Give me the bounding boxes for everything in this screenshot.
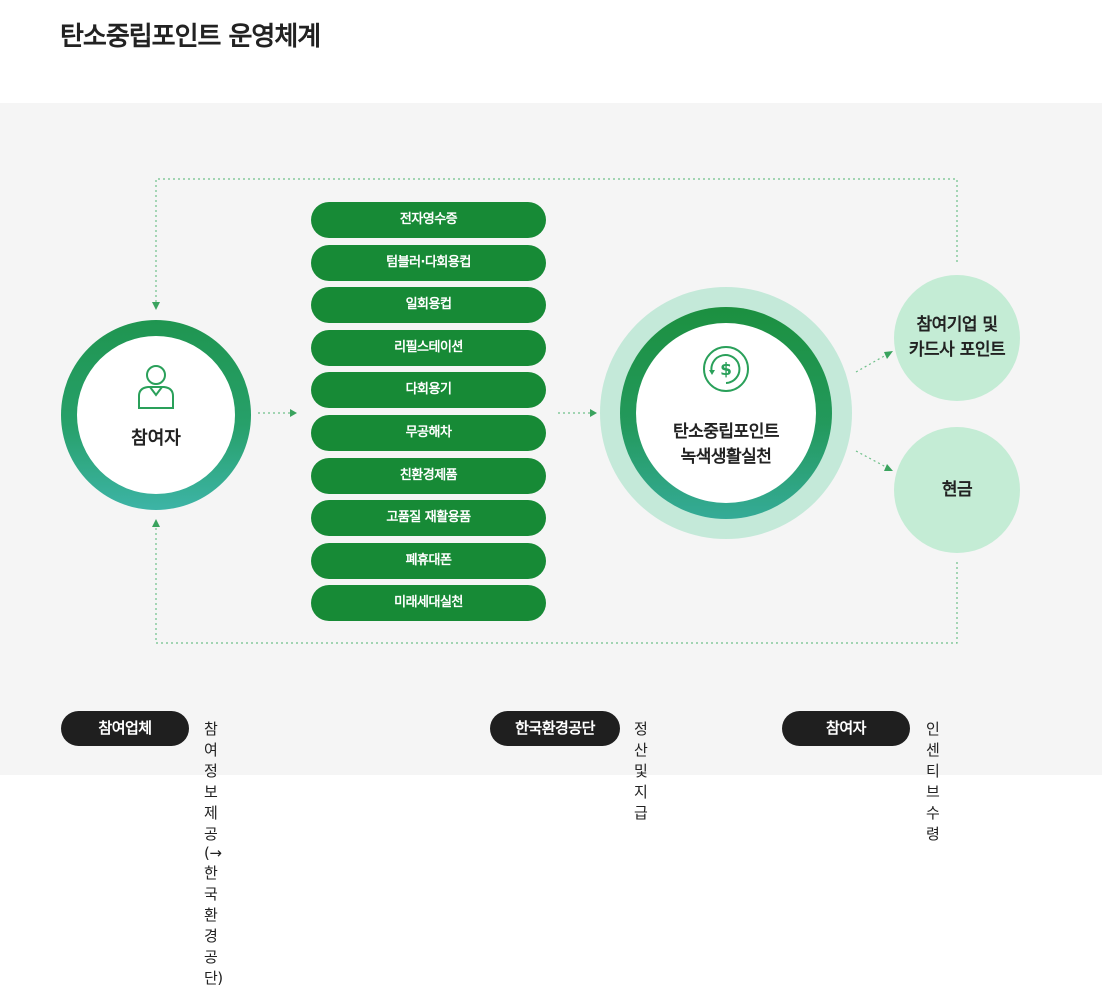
reward-points-line2: 카드사 포인트 <box>908 340 1006 360</box>
activity-list: 전자영수증 텀블러·다회용컵 일회용컵 리필스테이션 다회용기 무공해차 친환경… <box>311 202 546 628</box>
activity-item: 텀블러·다회용컵 <box>311 244 546 281</box>
reward-cash-label: 현금 <box>941 479 973 500</box>
arrowhead-activities-hub <box>590 409 597 417</box>
connector-top-loop <box>155 178 958 304</box>
svg-text:$: $ <box>720 360 732 380</box>
legend-badge-company: 참여업체 <box>61 711 189 746</box>
legend-text-company: 참여 정보 제공 (→한국환경공단) <box>204 720 223 987</box>
reward-cash-circle: 현금 <box>894 427 1020 553</box>
arrowhead-hub-points <box>884 351 893 359</box>
activity-item: 다회용기 <box>311 372 546 409</box>
legend-badge-agency: 한국환경공단 <box>490 711 620 746</box>
person-icon <box>138 365 174 409</box>
connector-hub-points <box>855 354 887 373</box>
reward-points-line1: 참여기업 및 <box>916 315 998 335</box>
arrowhead-bottom <box>152 519 160 527</box>
activity-item: 친환경제품 <box>311 457 546 494</box>
activity-item: 일회용컵 <box>311 287 546 324</box>
activity-item: 전자영수증 <box>311 202 546 238</box>
legend-badge-participant: 참여자 <box>782 711 910 746</box>
arrowhead-hub-cash <box>884 464 893 471</box>
dollar-coin-icon: $ <box>703 346 749 392</box>
legend-text-participant: 인센티브 수령 <box>926 720 940 843</box>
carbon-point-hub: $ 탄소중립포인트 녹색생활실천 <box>600 287 852 539</box>
arrowhead-top <box>152 302 160 310</box>
hub-title: 탄소중립포인트 <box>673 422 779 442</box>
activity-item: 폐휴대폰 <box>311 542 546 579</box>
activity-item: 고품질 재활용품 <box>311 500 546 537</box>
reward-points-circle: 참여기업 및 카드사 포인트 <box>894 275 1020 401</box>
participant-label: 참여자 <box>131 428 181 449</box>
arrowhead-participant-activities <box>290 409 297 417</box>
connector-bottom-loop <box>155 526 958 644</box>
participant-circle: 참여자 <box>61 320 251 510</box>
hub-subtitle: 녹색생활실천 <box>680 447 772 467</box>
connector-hub-cash <box>855 450 887 468</box>
activity-item: 무공해차 <box>311 414 546 451</box>
legend-text-agency: 정산 및 지급 <box>634 720 648 822</box>
activity-item: 미래세대실천 <box>311 585 546 622</box>
activity-item: 리필스테이션 <box>311 329 546 366</box>
